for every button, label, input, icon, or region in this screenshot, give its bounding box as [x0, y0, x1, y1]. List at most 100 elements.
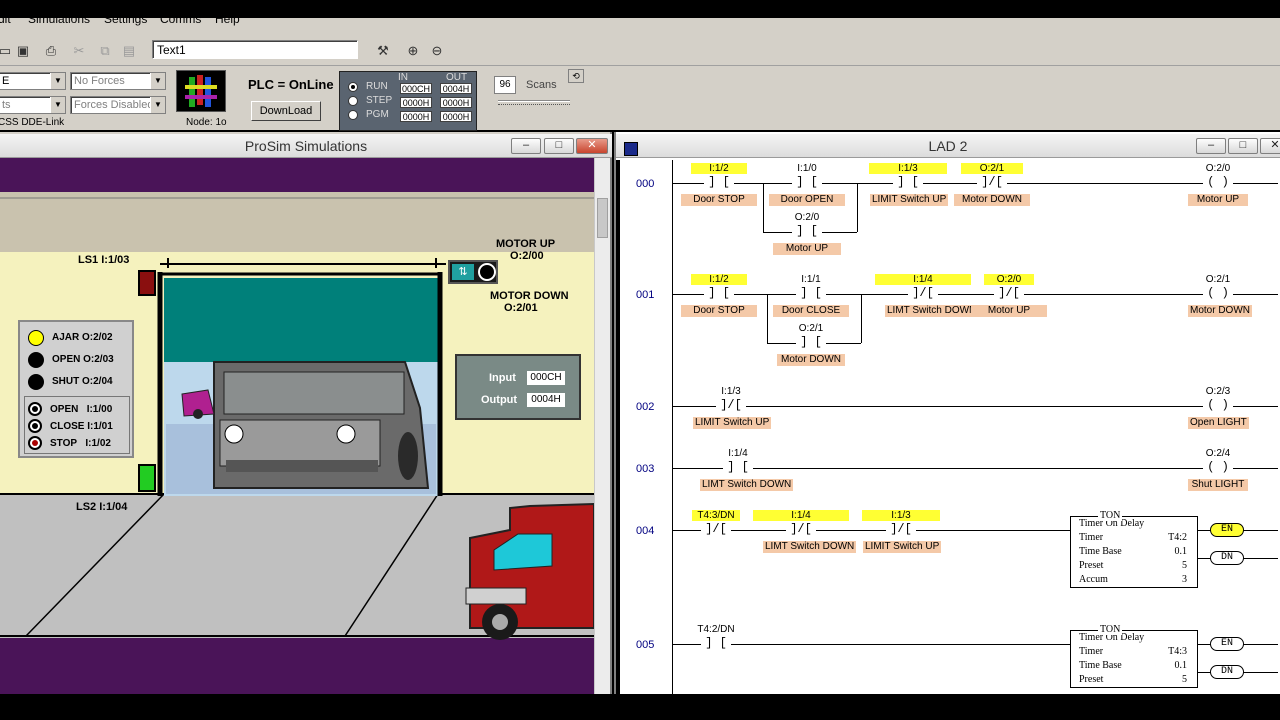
- contact-address: I:1/2: [691, 274, 747, 285]
- branch-contact-symbol[interactable]: ] [: [792, 225, 822, 239]
- download-button[interactable]: DownLoad: [251, 101, 321, 121]
- out-value-step: 0000H: [440, 97, 472, 108]
- in-value-pgm: 0000H: [400, 111, 432, 122]
- ton-row-value: 5: [1182, 560, 1187, 571]
- maximize-icon[interactable]: □: [1228, 138, 1258, 154]
- stop-button[interactable]: [28, 436, 42, 450]
- motor-lamp: [478, 263, 496, 281]
- output-coil[interactable]: ( ): [1203, 176, 1233, 190]
- output-coil[interactable]: ( ): [1203, 461, 1233, 475]
- en-output: EN: [1210, 523, 1244, 537]
- ton-row: Timer T4:2: [1071, 531, 1197, 545]
- output-coil[interactable]: ( ): [1203, 399, 1233, 413]
- maximize-icon[interactable]: □: [544, 138, 574, 154]
- contact-description: Door STOP: [681, 194, 757, 206]
- contact-description: Motor DOWN: [954, 194, 1030, 206]
- ton-row-label: Time Base: [1079, 660, 1122, 671]
- ls2-label: LS2 I:1/04: [76, 501, 128, 513]
- close-icon[interactable]: ✕: [1260, 138, 1280, 154]
- contact-symbol[interactable]: ] [: [704, 176, 734, 190]
- ton-row-label: Timer: [1079, 532, 1104, 543]
- menu-help[interactable]: Help: [215, 18, 240, 26]
- ton-row: Preset 5: [1071, 559, 1197, 573]
- menu-settings[interactable]: Settings: [104, 18, 147, 26]
- coil-description: Open LIGHT: [1188, 417, 1249, 429]
- contact-symbol[interactable]: ] [: [796, 287, 826, 301]
- chevron-down-icon[interactable]: ▼: [150, 73, 165, 89]
- contact-symbol[interactable]: ]/[: [908, 287, 938, 301]
- pgm-radio[interactable]: [348, 110, 358, 120]
- contact-address: I:1/0: [797, 163, 817, 174]
- chevron-down-icon[interactable]: ▼: [50, 97, 65, 113]
- save-icon[interactable]: ▣: [12, 40, 34, 62]
- lad-title: LAD 2: [616, 134, 1280, 158]
- tools-icon[interactable]: ⚒: [372, 40, 394, 62]
- copy-icon[interactable]: ⧉: [94, 40, 116, 62]
- zoom-in-icon[interactable]: ⊕: [402, 40, 424, 62]
- contact-description: LIMIT Switch UP: [693, 417, 772, 429]
- out-value-run: 0004H: [440, 83, 472, 94]
- ton-row-label: Time Base: [1079, 546, 1122, 557]
- contact-symbol[interactable]: ]/[: [716, 399, 746, 413]
- forces-state-combo[interactable]: Forces Disabled ▼: [70, 96, 166, 114]
- contact-symbol[interactable]: ] [: [701, 637, 731, 651]
- contact-address: I:1/3: [721, 386, 741, 397]
- scroll-thumb[interactable]: [597, 198, 608, 238]
- rung-number: 003: [636, 463, 655, 475]
- menu-bar: dit Simulations Settings Comms Help: [0, 18, 1280, 26]
- open-button-label: OPEN I:1/00: [50, 404, 113, 415]
- ton-timer-block[interactable]: Timer On Delay Timer T4:2 Time Base 0.1 Prese…: [1070, 516, 1198, 588]
- ton-timer-block[interactable]: Timer On Delay Timer T4:3 Time Base 0.1 Prese…: [1070, 630, 1198, 688]
- shut-label: SHUT O:2/04: [52, 376, 113, 387]
- scans-value[interactable]: 96: [494, 76, 516, 94]
- contact-description: LIMT Switch DOWN: [763, 541, 857, 553]
- type-combo[interactable]: ts ▼: [0, 96, 66, 114]
- chevron-down-icon[interactable]: ▼: [50, 73, 65, 89]
- contact-symbol[interactable]: ] [: [723, 461, 753, 475]
- coil-address: O:2/4: [1205, 448, 1231, 459]
- print-icon[interactable]: ⎙: [40, 40, 62, 62]
- forces-combo[interactable]: No Forces ▼: [70, 72, 166, 90]
- menu-simulations[interactable]: Simulations: [28, 18, 90, 26]
- contact-description: LIMIT Switch UP: [870, 194, 949, 206]
- close-button[interactable]: [28, 419, 42, 433]
- cut-icon[interactable]: ✂: [68, 40, 90, 62]
- contact-symbol[interactable]: ]/[: [786, 523, 816, 537]
- paste-icon[interactable]: ▤: [118, 40, 140, 62]
- ton-row: Time Base 0.1: [1071, 659, 1197, 673]
- branch-contact-symbol[interactable]: ] [: [796, 336, 826, 350]
- ton-row-value: T4:3: [1168, 646, 1187, 657]
- contact-symbol[interactable]: ]/[: [994, 287, 1024, 301]
- scans-slider[interactable]: [498, 100, 570, 102]
- contact-symbol[interactable]: ] [: [893, 176, 923, 190]
- text-object-field[interactable]: Text1: [152, 40, 358, 59]
- prosim-scrollbar[interactable]: [594, 158, 610, 694]
- ton-row-label: Preset: [1079, 674, 1104, 685]
- coil-address: O:2/3: [1205, 386, 1231, 397]
- rung-number: 005: [636, 639, 655, 651]
- close-icon[interactable]: ✕: [576, 138, 608, 154]
- rung-wire: [672, 530, 1070, 531]
- contact-description: LIMT Switch DOWN: [885, 305, 979, 317]
- output-coil[interactable]: ( ): [1203, 287, 1233, 301]
- contact-symbol[interactable]: ]/[: [701, 523, 731, 537]
- menu-comms[interactable]: Comms: [160, 18, 201, 26]
- run-radio[interactable]: [348, 82, 358, 92]
- chevron-down-icon[interactable]: ▼: [150, 97, 165, 113]
- minimize-icon[interactable]: –: [511, 138, 541, 154]
- step-radio[interactable]: [348, 96, 358, 106]
- ton-row-label: Accum: [1079, 574, 1108, 585]
- dde-label: CSS DDE-Link: [0, 117, 65, 128]
- contact-symbol[interactable]: ] [: [704, 287, 734, 301]
- contact-symbol[interactable]: ]/[: [886, 523, 916, 537]
- open-button[interactable]: [28, 402, 42, 416]
- minimize-icon[interactable]: –: [1196, 138, 1226, 154]
- contact-description: Door CLOSE: [773, 305, 849, 317]
- ton-row-value: 3: [1182, 574, 1187, 585]
- zoom-out-icon[interactable]: ⊖: [426, 40, 448, 62]
- refresh-icon[interactable]: ⟲: [568, 69, 584, 83]
- menu-edit[interactable]: dit: [0, 18, 11, 26]
- mode-combo[interactable]: E ▼: [0, 72, 66, 90]
- contact-symbol[interactable]: ]/[: [977, 176, 1007, 190]
- contact-symbol[interactable]: ] [: [792, 176, 822, 190]
